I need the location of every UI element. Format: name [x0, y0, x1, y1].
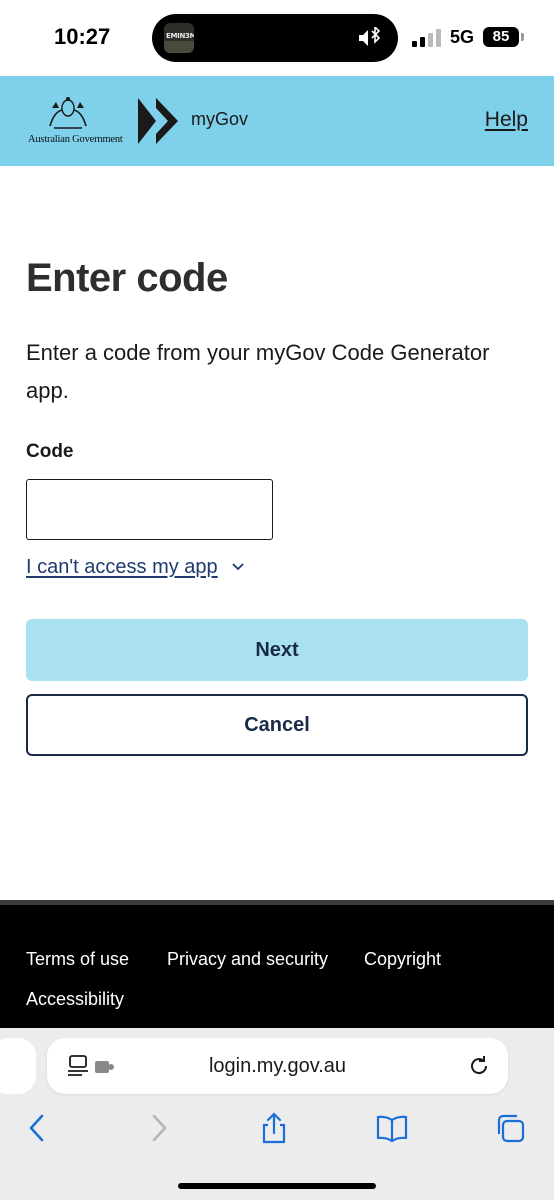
page-title: Enter code — [26, 256, 228, 300]
share-icon[interactable] — [258, 1112, 290, 1144]
artwork-text: EMIN3M — [166, 32, 194, 40]
bluetooth-icon — [371, 27, 381, 44]
signal-icon — [412, 29, 442, 47]
intro-text: Enter a code from your myGov Code Genera… — [26, 340, 490, 403]
government-name: Australian Government — [28, 134, 123, 145]
now-playing-artwork: EMIN3M — [164, 23, 194, 53]
back-icon[interactable] — [22, 1112, 54, 1144]
next-button[interactable]: Next — [26, 619, 528, 681]
help-link[interactable]: Help — [485, 108, 528, 132]
footer-link-copyright[interactable]: Copyright — [364, 949, 441, 970]
reload-icon[interactable] — [467, 1054, 491, 1078]
status-time: 10:27 — [54, 24, 111, 49]
battery-icon: 85 — [483, 27, 519, 47]
footer-link-terms[interactable]: Terms of use — [26, 949, 129, 970]
network-type: 5G — [450, 27, 475, 47]
url-bar[interactable]: login.my.gov.au — [47, 1038, 508, 1094]
browser-chrome: login.my.gov.au — [0, 1028, 554, 1200]
footer-link-privacy[interactable]: Privacy and security — [167, 949, 328, 970]
mygov-logo-icon[interactable] — [136, 96, 180, 146]
cancel-button[interactable]: Cancel — [26, 694, 528, 756]
mute-icon — [359, 27, 381, 46]
forward-icon[interactable] — [142, 1112, 174, 1144]
dynamic-island[interactable]: EMIN3M — [152, 14, 398, 62]
battery-cap — [521, 33, 524, 41]
code-input[interactable] — [26, 479, 273, 540]
battery-level: 85 — [492, 28, 510, 45]
url-text: login.my.gov.au — [208, 1055, 347, 1077]
previous-tab[interactable] — [0, 1038, 36, 1094]
code-label: Code — [26, 441, 74, 462]
footer-link-accessibility[interactable]: Accessibility — [26, 989, 124, 1010]
crest-icon — [49, 97, 87, 129]
home-indicator[interactable] — [178, 1183, 376, 1189]
site-footer: Terms of use Privacy and security Copyri… — [0, 900, 554, 1028]
cant-access-app-link[interactable]: I can't access my app — [26, 556, 218, 579]
tabs-icon[interactable] — [494, 1112, 526, 1144]
chevron-down-icon[interactable] — [230, 559, 246, 575]
brand-name: myGov — [191, 109, 249, 129]
bookmarks-icon[interactable] — [376, 1112, 408, 1144]
status-bar: 10:27 EMIN3M 5G 85 — [0, 0, 554, 76]
